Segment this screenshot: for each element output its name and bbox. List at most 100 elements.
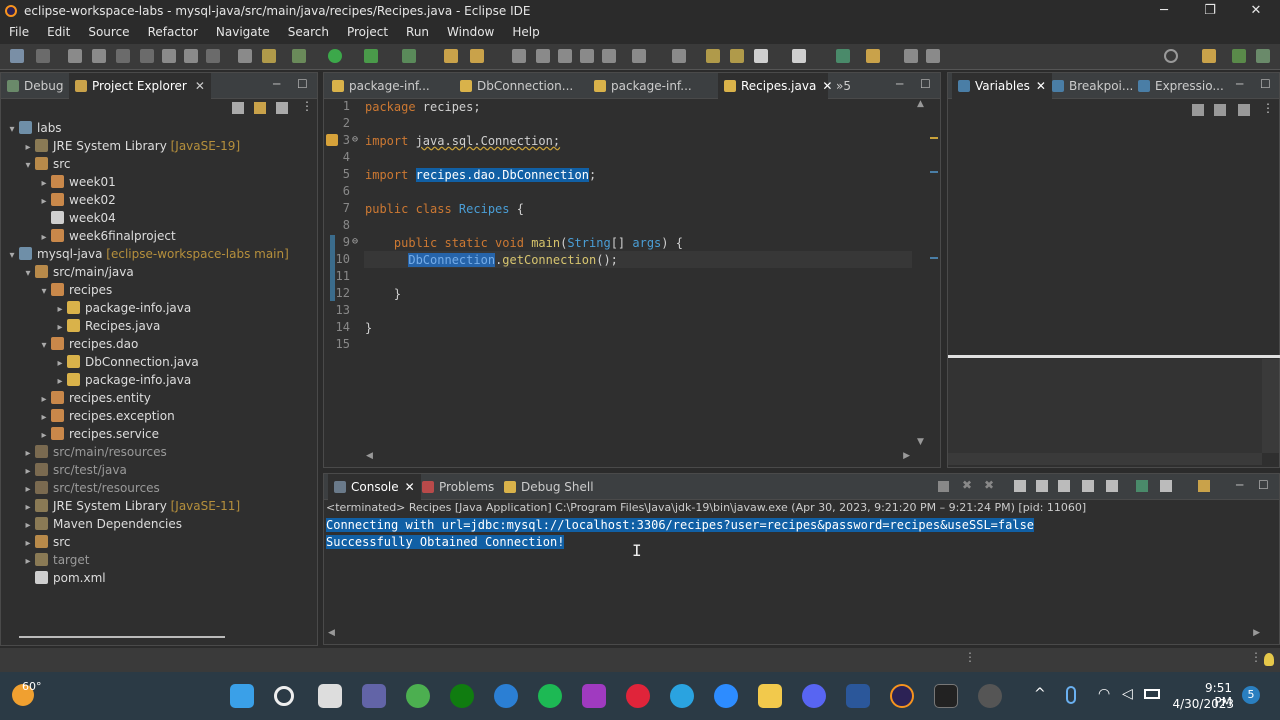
search-icon[interactable] (1164, 49, 1178, 63)
horizontal-scrollbar[interactable] (19, 636, 225, 638)
toolbar-icon[interactable] (672, 49, 686, 63)
close-icon[interactable]: ✕ (405, 480, 415, 494)
tab-expressions[interactable]: Expressio... (1138, 73, 1224, 99)
open-console-icon[interactable] (1198, 480, 1210, 492)
tree-item[interactable]: ▸ week02 (1, 191, 116, 209)
app-icon[interactable] (494, 684, 518, 708)
editor-hscrollbar[interactable]: ◀ ▶ (364, 451, 912, 465)
variables-hscrollbar[interactable] (948, 453, 1262, 465)
toolbar-icon[interactable] (1036, 480, 1048, 492)
tip-icon[interactable] (1264, 653, 1274, 666)
step-icon[interactable] (140, 49, 154, 63)
toolbar-icon[interactable] (1106, 480, 1118, 492)
new-project-icon[interactable] (444, 49, 458, 63)
back-arrow-icon[interactable] (754, 49, 768, 63)
fold-icon[interactable]: ⊖ (352, 134, 358, 145)
close-icon[interactable]: ✕ (195, 79, 205, 93)
step-over-icon[interactable] (184, 49, 198, 63)
open-perspective-icon[interactable] (1202, 49, 1216, 63)
editor-tab-dbconnection[interactable]: DbConnection... (460, 73, 573, 99)
toolbar-icon[interactable] (238, 49, 252, 63)
collapse-all-icon[interactable] (1238, 104, 1250, 116)
tab-debug-shell[interactable]: Debug Shell (504, 474, 594, 500)
menu-project[interactable]: Project (338, 25, 397, 39)
word-icon[interactable] (846, 684, 870, 708)
close-icon[interactable]: ✕ (1036, 79, 1046, 93)
toolbar-icon[interactable] (512, 49, 526, 63)
tree-item[interactable]: ▸ DbConnection.java (1, 353, 199, 371)
clock-date[interactable]: 4/30/2023 (1172, 697, 1234, 711)
menu-source[interactable]: Source (79, 25, 138, 39)
toolbar-icon[interactable] (904, 49, 918, 63)
debug-perspective-icon[interactable] (1256, 49, 1270, 63)
filter-icon[interactable] (276, 102, 288, 114)
fold-icon[interactable]: ⊖ (352, 236, 358, 247)
menu-refactor[interactable]: Refactor (139, 25, 207, 39)
menu-navigate[interactable]: Navigate (207, 25, 279, 39)
scroll-up-icon[interactable]: ▲ (917, 99, 924, 109)
xbox-icon[interactable] (450, 684, 474, 708)
step-return-icon[interactable] (206, 49, 220, 63)
tree-item[interactable]: ▸ recipes.service (1, 425, 159, 443)
task-view-icon[interactable] (318, 684, 342, 708)
tree-item[interactable]: ▸ package-info.java (1, 371, 191, 389)
menu-run[interactable]: Run (397, 25, 438, 39)
editor-tab-overflow[interactable]: »5 (836, 73, 851, 99)
file-explorer-icon[interactable] (758, 684, 782, 708)
display-console-icon[interactable] (1160, 480, 1172, 492)
toolbar-icon[interactable] (632, 49, 646, 63)
maximize-view-icon[interactable]: ☐ (297, 77, 308, 91)
code-editor[interactable]: 1 package recipes; 2 3 ⊖ import java.sql.Conn… (324, 99, 912, 449)
resume-icon[interactable] (68, 49, 82, 63)
minimize-button[interactable]: ─ (1141, 0, 1187, 22)
toolbar-icon[interactable] (1192, 104, 1204, 116)
opera-icon[interactable] (626, 684, 650, 708)
tree-item[interactable]: ▸ Maven Dependencies (1, 515, 182, 533)
app-icon[interactable] (978, 684, 1002, 708)
tab-problems[interactable]: Problems (422, 474, 494, 500)
console-hscrollbar[interactable]: ◀ ▶ (324, 628, 1264, 642)
terminal-icon[interactable] (934, 684, 958, 708)
telegram-icon[interactable] (670, 684, 694, 708)
maximize-view-icon[interactable]: ☐ (920, 77, 931, 91)
zoom-icon[interactable] (714, 684, 738, 708)
editor-tab-recipes[interactable]: Recipes.java ✕ (718, 73, 832, 99)
toolbar-icon[interactable] (866, 49, 880, 63)
tree-item[interactable]: ▸ src/main/resources (1, 443, 167, 461)
maximize-view-icon[interactable]: ☐ (1260, 77, 1271, 91)
menu-edit[interactable]: Edit (38, 25, 79, 39)
toolbar-icon[interactable] (1082, 480, 1094, 492)
editor-tab-package-info-2[interactable]: package-inf... (594, 73, 692, 99)
terminate-icon[interactable] (938, 481, 949, 492)
tab-debug[interactable]: Debug (7, 73, 63, 99)
tree-item[interactable]: week04 (1, 209, 116, 227)
remove-launch-icon[interactable]: ✖ (962, 478, 972, 492)
tree-item[interactable]: ▸ recipes.entity (1, 389, 151, 407)
tree-item[interactable]: ▸ src/test/java (1, 461, 127, 479)
battery-icon[interactable] (1144, 689, 1160, 699)
discord-icon[interactable] (802, 684, 826, 708)
remove-all-icon[interactable]: ✖ (984, 478, 994, 492)
tree-item[interactable]: ▸ JRE System Library [JavaSE-19] (1, 137, 240, 155)
scroll-right-icon[interactable]: ▶ (1253, 628, 1260, 638)
start-icon[interactable] (230, 684, 254, 708)
menu-window[interactable]: Window (438, 25, 503, 39)
tree-item[interactable]: ▾ recipes.dao (1, 335, 138, 353)
volume-icon[interactable]: ◁ (1122, 686, 1133, 702)
wifi-icon[interactable]: ◠ (1098, 686, 1110, 702)
editor-tab-package-info[interactable]: package-inf... (332, 73, 430, 99)
eclipse-taskbar-icon[interactable] (890, 684, 914, 708)
tree-item[interactable]: ▾ recipes (1, 281, 112, 299)
toolbar-icon[interactable] (602, 49, 616, 63)
console-vscrollbar[interactable] (1264, 517, 1279, 627)
toolbar-icon[interactable] (470, 49, 484, 63)
collapse-all-icon[interactable] (232, 102, 244, 114)
toolbar-icon[interactable] (1014, 480, 1026, 492)
maximize-button[interactable]: ❐ (1187, 0, 1233, 22)
teams-icon[interactable] (362, 684, 386, 708)
minimize-view-icon[interactable]: ─ (1236, 77, 1243, 91)
minimize-view-icon[interactable]: ─ (896, 77, 903, 91)
close-icon[interactable]: ✕ (822, 79, 832, 93)
minimize-view-icon[interactable]: ─ (273, 77, 280, 91)
tree-item[interactable]: ▾ src/main/java (1, 263, 134, 281)
